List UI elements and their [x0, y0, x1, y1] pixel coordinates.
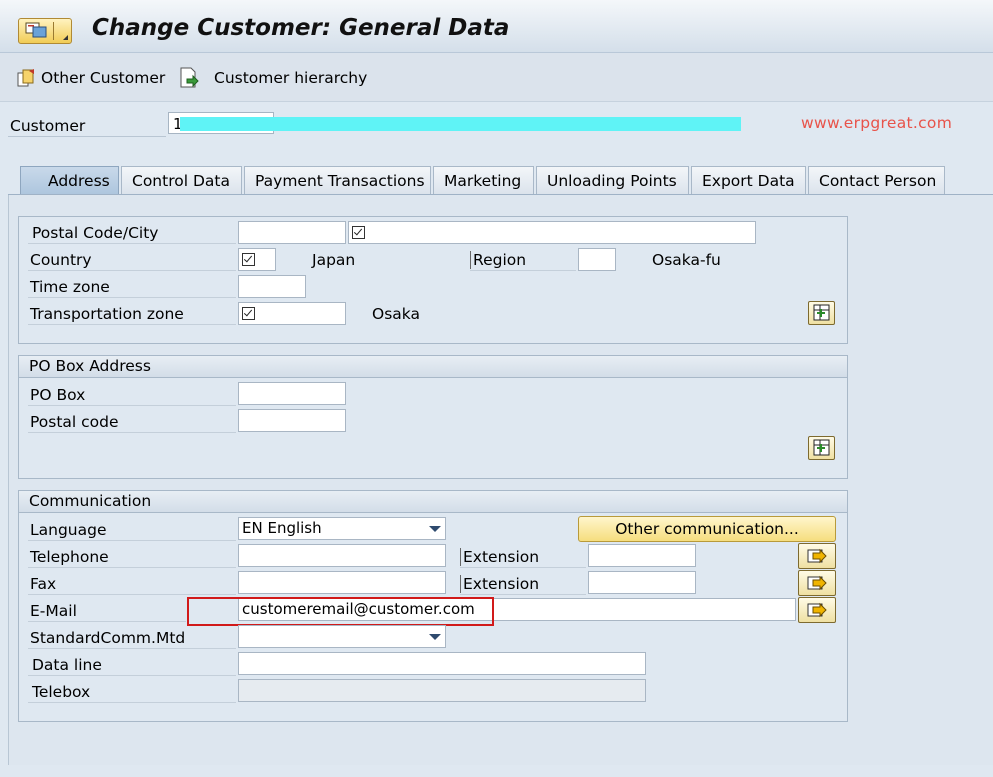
- telephone-extension-label: Extension: [460, 548, 539, 566]
- chevron-down-icon: [429, 634, 441, 640]
- email-label: E-Mail: [30, 602, 77, 620]
- application-toolbar: Other Customer Customer hierarchy: [0, 53, 993, 102]
- fax-extension-field[interactable]: [588, 571, 696, 594]
- required-checkbox-icon: [242, 253, 255, 266]
- fax-field[interactable]: [238, 571, 446, 594]
- telephone-label: Telephone: [30, 548, 109, 566]
- telephone-extension-field[interactable]: [588, 544, 696, 567]
- fax-label: Fax: [30, 575, 57, 593]
- customer-label-line: [8, 136, 166, 137]
- transport-zone-label: Transportation zone: [30, 305, 184, 323]
- transport-zone-name: Osaka: [372, 305, 420, 323]
- telephone-details-button[interactable]: [798, 543, 836, 569]
- std-comm-select[interactable]: [238, 625, 446, 648]
- tab-marketing[interactable]: Marketing: [433, 166, 534, 194]
- tab-address[interactable]: Address: [20, 166, 119, 194]
- dropdown-corner-icon: [63, 35, 68, 40]
- more-fields-icon: [813, 439, 830, 456]
- region-label: Region: [470, 251, 526, 269]
- postal-code-field[interactable]: [238, 221, 346, 244]
- arrow-right-icon: [807, 575, 827, 591]
- more-fields-button[interactable]: [808, 301, 835, 325]
- watermark-text: www.erpgreat.com: [801, 114, 953, 132]
- tab-payment-transactions[interactable]: Payment Transactions: [244, 166, 431, 194]
- language-label: Language: [30, 521, 107, 539]
- tab-contact-person[interactable]: Contact Person: [808, 166, 945, 194]
- menu-button[interactable]: [18, 18, 72, 44]
- tab-export-data[interactable]: Export Data: [691, 166, 806, 194]
- telebox-label: Telebox: [32, 683, 91, 701]
- country-field[interactable]: [238, 248, 276, 271]
- telephone-field[interactable]: [238, 544, 446, 567]
- dataline-field[interactable]: [238, 652, 646, 675]
- po-box-group-title: PO Box Address: [19, 356, 847, 378]
- customer-hierarchy-icon: [180, 67, 199, 88]
- email-details-button[interactable]: [798, 597, 836, 623]
- tab-unloading-points[interactable]: Unloading Points: [536, 166, 689, 194]
- more-fields-button-po[interactable]: [808, 436, 835, 460]
- language-value: EN English: [242, 519, 322, 537]
- po-box-field[interactable]: [238, 382, 346, 405]
- title-bar: Change Customer: General Data: [0, 0, 993, 53]
- city-field[interactable]: [348, 221, 756, 244]
- region-field[interactable]: [578, 248, 616, 271]
- dataline-label: Data line: [32, 656, 102, 674]
- tab-strip: Address Control Data Payment Transaction…: [8, 166, 993, 195]
- required-checkbox-icon: [352, 226, 365, 239]
- po-postal-code-label: Postal code: [30, 413, 119, 431]
- timezone-label: Time zone: [30, 278, 110, 296]
- other-customer-icon: [17, 69, 34, 87]
- other-customer-label: Other Customer: [41, 69, 166, 87]
- po-box-group: PO Box Address: [18, 355, 848, 479]
- region-name: Osaka-fu: [652, 251, 721, 269]
- customer-hierarchy-button[interactable]: Customer hierarchy: [178, 67, 367, 89]
- po-postal-code-field[interactable]: [238, 409, 346, 432]
- fax-details-button[interactable]: [798, 570, 836, 596]
- po-box-label: PO Box: [30, 386, 86, 404]
- country-name: Japan: [312, 251, 356, 269]
- language-select[interactable]: EN English: [238, 517, 446, 540]
- customer-name-redaction: [180, 117, 741, 131]
- required-checkbox-icon: [242, 307, 255, 320]
- other-customer-button[interactable]: Other Customer: [17, 67, 165, 89]
- more-fields-icon: [813, 304, 830, 321]
- arrow-right-icon: [807, 548, 827, 564]
- telebox-field: [238, 679, 646, 702]
- std-comm-label: StandardComm.Mtd: [30, 629, 186, 647]
- transport-zone-field[interactable]: [238, 302, 346, 325]
- customer-hierarchy-label: Customer hierarchy: [214, 69, 368, 87]
- fax-extension-label: Extension: [460, 575, 539, 593]
- customer-label: Customer: [10, 117, 86, 135]
- chevron-down-icon: [429, 526, 441, 532]
- page-title: Change Customer: General Data: [92, 15, 510, 41]
- country-label: Country: [30, 251, 92, 269]
- email-highlight-box: [187, 597, 494, 626]
- communication-group-title: Communication: [19, 491, 847, 513]
- postal-city-label: Postal Code/City: [32, 224, 159, 242]
- timezone-field[interactable]: [238, 275, 306, 298]
- tab-control-data[interactable]: Control Data: [121, 166, 242, 194]
- other-communication-button[interactable]: Other communication...: [578, 516, 836, 542]
- sap-menu-icon: [25, 22, 47, 38]
- arrow-right-icon: [807, 602, 827, 618]
